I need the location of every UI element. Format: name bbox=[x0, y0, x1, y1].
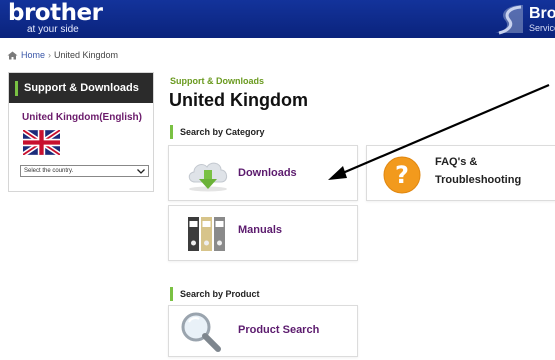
breadcrumb-current: United Kingdom bbox=[54, 50, 119, 60]
faq-label-line2: Troubleshooting bbox=[435, 174, 522, 186]
accent-bar bbox=[15, 80, 18, 96]
svg-text:?: ? bbox=[395, 161, 409, 189]
breadcrumb-home-link[interactable]: Home bbox=[21, 50, 45, 60]
brand-swoosh-icon bbox=[495, 5, 523, 35]
uk-flag-icon bbox=[23, 130, 60, 155]
breadcrumb: Home › United Kingdom bbox=[7, 50, 118, 60]
sidebar-title: Support & Downloads bbox=[24, 82, 139, 94]
section-search-by-product: Search by Product bbox=[170, 287, 260, 301]
home-icon bbox=[7, 51, 18, 59]
sidebar-country-link[interactable]: United Kingdom(English) bbox=[22, 112, 153, 123]
magnifier-icon bbox=[181, 312, 221, 352]
sidebar-panel: Support & Downloads United Kingdom(Engli… bbox=[8, 72, 154, 192]
brand-subtitle: Service bbox=[529, 23, 555, 33]
faq-label-line1: FAQ's & bbox=[435, 156, 478, 168]
product-search-label: Product Search bbox=[238, 324, 320, 336]
breadcrumb-separator: › bbox=[48, 50, 52, 60]
manuals-label: Manuals bbox=[238, 224, 283, 236]
accent-bar bbox=[170, 125, 173, 139]
country-select[interactable]: Select the country. bbox=[20, 165, 149, 177]
section-search-by-category: Search by Category bbox=[170, 125, 265, 139]
page-title: United Kingdom bbox=[169, 90, 308, 110]
country-select-value: Select the country. bbox=[24, 168, 74, 174]
downloads-card[interactable]: Downloads bbox=[168, 145, 358, 201]
logo-wordmark: brother bbox=[8, 0, 103, 26]
question-mark-icon: ? bbox=[383, 156, 421, 194]
sidebar-header: Support & Downloads bbox=[9, 73, 153, 103]
brand-title: Brot bbox=[529, 5, 555, 22]
site-header: brother at your side Brot Service bbox=[0, 0, 555, 38]
section-kicker: Support & Downloads bbox=[170, 76, 264, 86]
faq-troubleshooting-card[interactable]: ? FAQ's & Troubleshooting bbox=[366, 145, 555, 201]
brother-logo[interactable]: brother at your side bbox=[8, 0, 103, 35]
section-product-label: Search by Product bbox=[180, 289, 260, 299]
logo-tagline: at your side bbox=[27, 24, 79, 35]
product-search-card[interactable]: Product Search bbox=[168, 305, 358, 357]
binders-icon bbox=[188, 217, 225, 251]
brand-service-title: Brot Service bbox=[529, 5, 555, 34]
accent-bar bbox=[170, 287, 173, 301]
downloads-label: Downloads bbox=[238, 167, 297, 179]
section-category-label: Search by Category bbox=[180, 127, 265, 137]
chevron-down-icon bbox=[137, 168, 145, 174]
manuals-card[interactable]: Manuals bbox=[168, 205, 358, 261]
cloud-download-icon bbox=[188, 162, 228, 192]
